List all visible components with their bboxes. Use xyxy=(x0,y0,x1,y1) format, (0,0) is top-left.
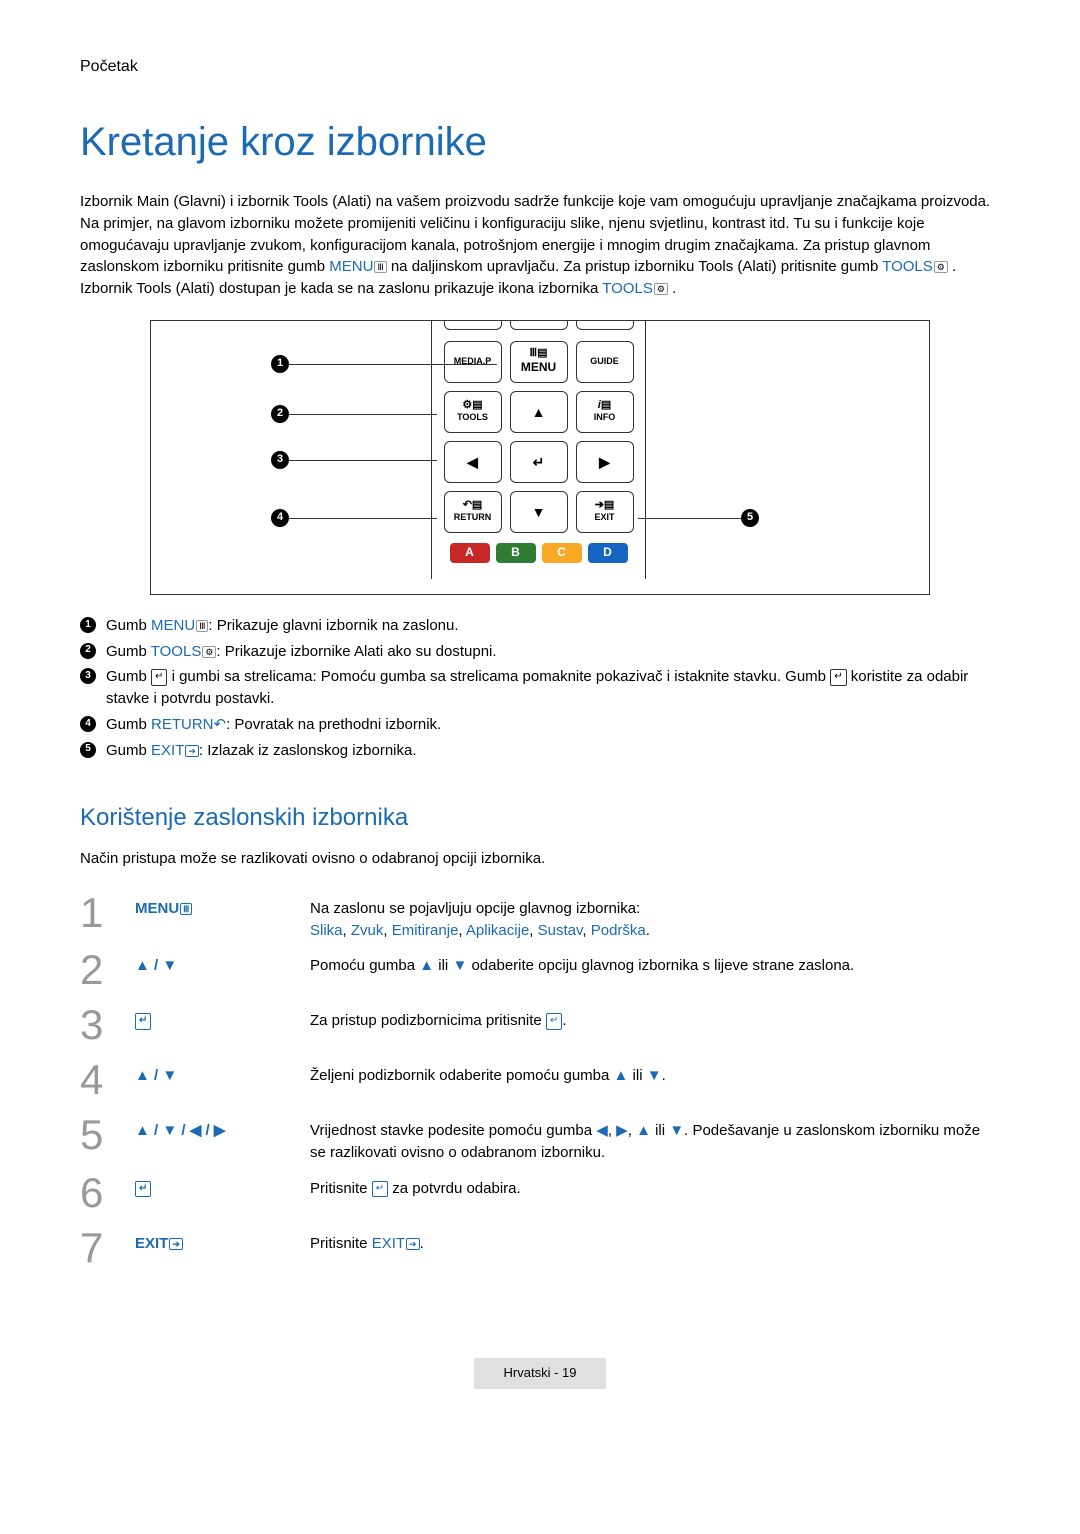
intro-paragraph: Izbornik Main (Glavni) i izbornik Tools … xyxy=(80,191,1000,300)
enter-icon: ↵ xyxy=(546,1013,562,1030)
down-arrow-icon xyxy=(162,1067,177,1084)
left-arrow-icon xyxy=(190,1122,202,1139)
tools-keyword-2: TOOLS xyxy=(602,280,653,297)
menu-button: Ⅲ▤MENU xyxy=(510,341,568,383)
enter-icon: ↵ xyxy=(372,1181,388,1198)
legend-list: 1 Gumb MENUⅢ: Prikazuje glavni izbornik … xyxy=(80,615,1000,762)
legend-item-3: 3 Gumb ↵ i gumbi sa strelicama: Pomoću g… xyxy=(80,666,1000,710)
color-b-button: B xyxy=(496,543,536,563)
enter-button: ↵ xyxy=(510,441,568,483)
color-a-button: A xyxy=(450,543,490,563)
menu-icon: Ⅲ xyxy=(180,903,192,915)
return-button: ↶▤RETURN xyxy=(444,491,502,533)
tools-keyword: TOOLS xyxy=(882,258,933,275)
enter-icon: ↵ xyxy=(135,1181,151,1198)
tools-button: ⚙▤TOOLS xyxy=(444,391,502,433)
enter-icon: ↵ xyxy=(830,669,846,686)
callout-4: 4 xyxy=(271,509,289,527)
breadcrumb: Početak xyxy=(80,55,1000,78)
remote-body: MEDIA.P Ⅲ▤MENU GUIDE ⚙▤TOOLS ▲ i▤INFO ◀ … xyxy=(431,321,646,579)
enter-icon: ↵ xyxy=(151,669,167,686)
legend-item-1: 1 Gumb MENUⅢ: Prikazuje glavni izbornik … xyxy=(80,615,1000,637)
step-row-2: 2 / Pomoću gumba ili odaberite opciju gl… xyxy=(80,945,1000,1000)
tools-icon: ⚙ xyxy=(202,646,216,658)
callout-5: 5 xyxy=(741,509,759,527)
up-arrow-icon xyxy=(135,957,150,974)
callout-2: 2 xyxy=(271,405,289,423)
steps-table: 1 MENUⅢ Na zaslonu se pojavljuju opcije … xyxy=(80,888,1000,1278)
step-row-3: 3 ↵ Za pristup podizbornicima pritisnite… xyxy=(80,1000,1000,1055)
callout-3: 3 xyxy=(271,451,289,469)
tools-icon: ⚙ xyxy=(934,261,948,273)
enter-icon: ↵ xyxy=(135,1013,151,1030)
step-row-4: 4 / Željeni podizbornik odaberite pomoću… xyxy=(80,1055,1000,1110)
down-button: ▼ xyxy=(510,491,568,533)
legend-item-2: 2 Gumb TOOLS⚙: Prikazuje izbornike Alati… xyxy=(80,641,1000,663)
exit-button: ➔▤EXIT xyxy=(576,491,634,533)
menu-keyword: MENU xyxy=(329,258,373,275)
callout-1: 1 xyxy=(271,355,289,373)
color-d-button: D xyxy=(588,543,628,563)
exit-icon: ➔ xyxy=(406,1238,420,1250)
tools-icon: ⚙ xyxy=(654,283,668,295)
step-row-7: 7 EXIT➔ Pritisnite EXIT➔. xyxy=(80,1223,1000,1278)
right-button: ▶ xyxy=(576,441,634,483)
guide-button: GUIDE xyxy=(576,341,634,383)
page-number: Hrvatski - 19 xyxy=(474,1358,607,1389)
remote-diagram: 1 2 3 4 5 MEDIA.P Ⅲ▤MENU GUIDE ⚙▤TOOLS ▲… xyxy=(150,320,930,595)
page-footer: Hrvatski - 19 xyxy=(80,1358,1000,1389)
left-button: ◀ xyxy=(444,441,502,483)
up-arrow-icon xyxy=(135,1067,150,1084)
color-c-button: C xyxy=(542,543,582,563)
exit-icon: ➔ xyxy=(185,745,199,757)
exit-icon: ➔ xyxy=(169,1238,183,1250)
step-row-6: 6 ↵ Pritisnite ↵ za potvrdu odabira. xyxy=(80,1168,1000,1223)
menu-icon: Ⅲ xyxy=(374,261,386,273)
sub-intro: Način pristupa može se razlikovati ovisn… xyxy=(80,848,1000,870)
legend-item-5: 5 Gumb EXIT➔: Izlazak iz zaslonskog izbo… xyxy=(80,740,1000,762)
right-arrow-icon xyxy=(214,1122,226,1139)
info-button: i▤INFO xyxy=(576,391,634,433)
subheading: Korištenje zaslonskih izbornika xyxy=(80,801,1000,836)
legend-item-4: 4 Gumb RETURN↶: Povratak na prethodni iz… xyxy=(80,714,1000,736)
down-arrow-icon xyxy=(162,957,177,974)
step-row-5: 5 / / / Vrijednost stavke podesite pomoć… xyxy=(80,1110,1000,1168)
mediap-button: MEDIA.P xyxy=(444,341,502,383)
menu-icon: Ⅲ xyxy=(196,620,208,632)
page-title: Kretanje kroz izbornike xyxy=(80,113,1000,171)
intro-text-2: na daljinskom upravljaču. Za pristup izb… xyxy=(391,258,882,275)
up-button: ▲ xyxy=(510,391,568,433)
intro-text-4: . xyxy=(672,280,676,297)
step-row-1: 1 MENUⅢ Na zaslonu se pojavljuju opcije … xyxy=(80,888,1000,946)
